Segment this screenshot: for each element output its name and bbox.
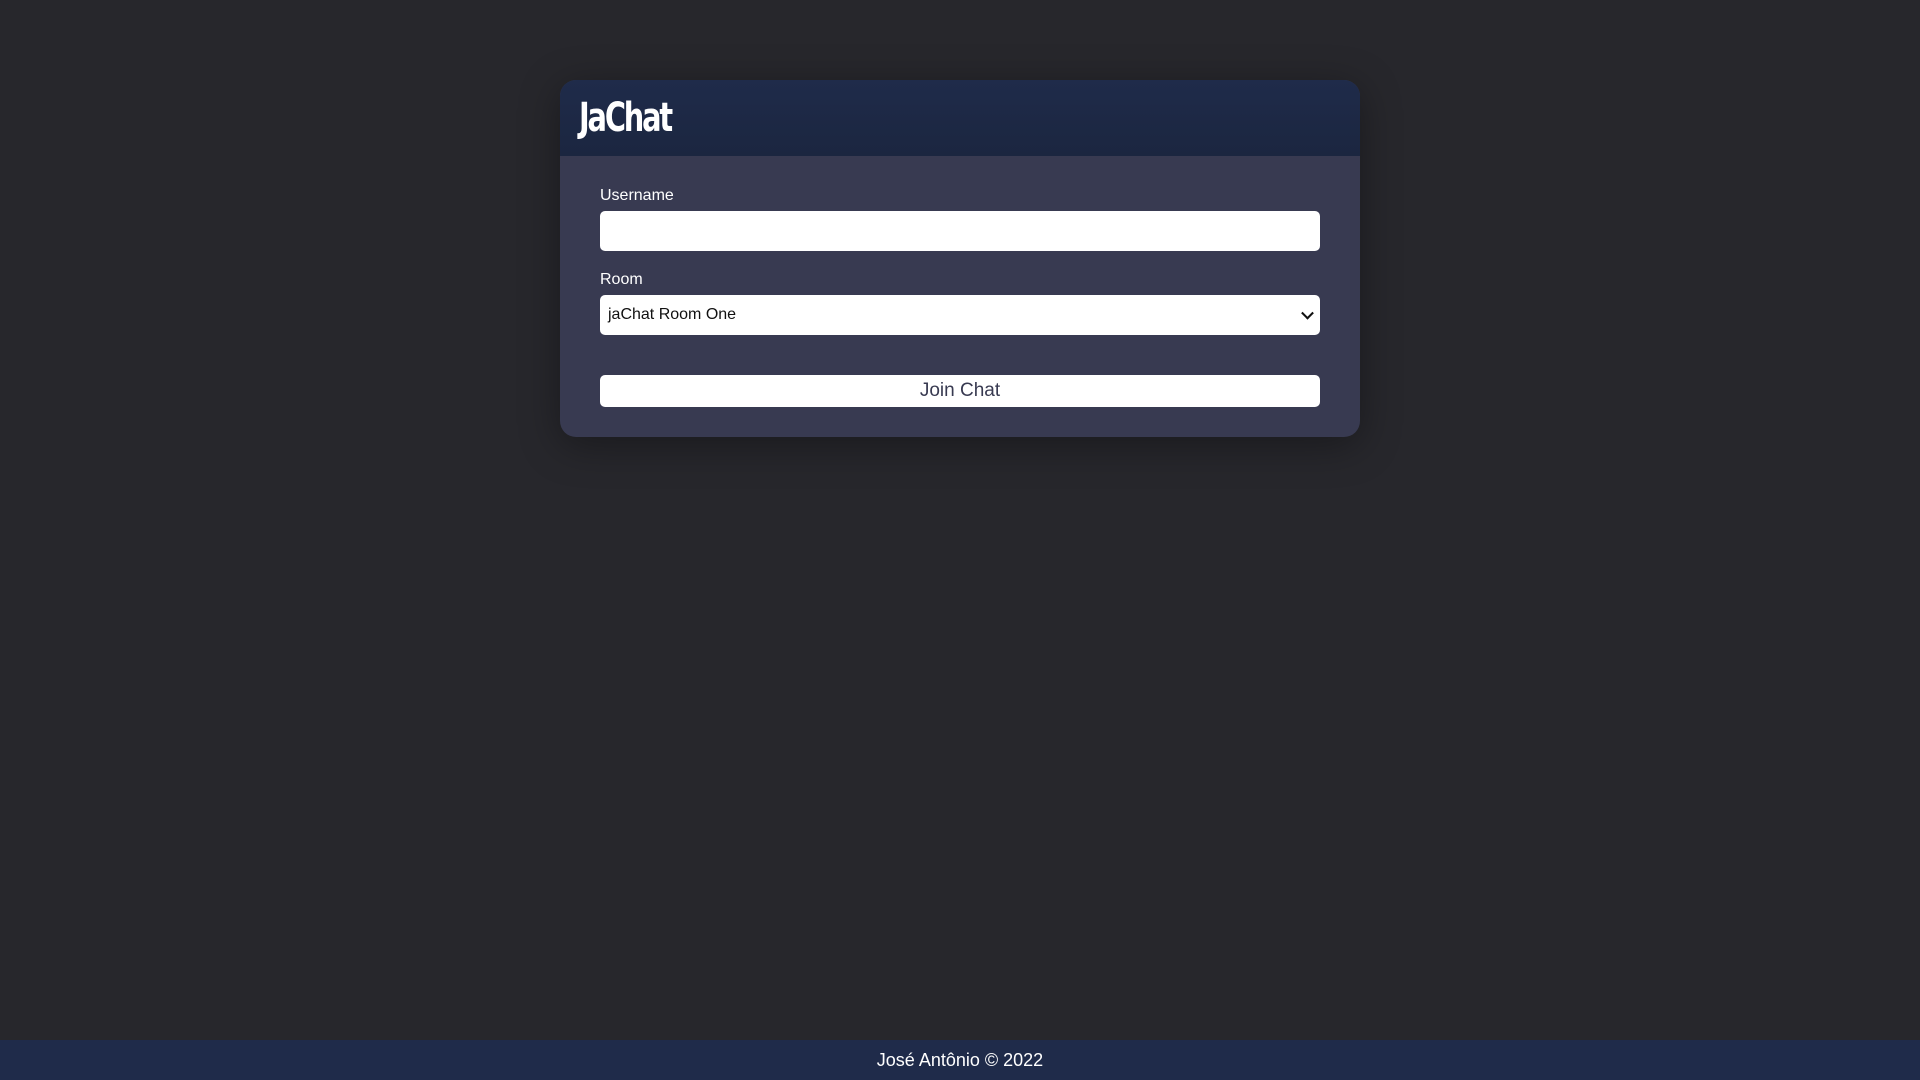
room-select-value: jaChat Room One [608, 306, 737, 323]
room-label: Room [600, 271, 643, 288]
join-chat-button[interactable]: Join Chat [600, 375, 1320, 407]
room-select[interactable]: jaChat Room One [600, 295, 1320, 335]
username-label: Username [600, 187, 674, 204]
footer-copyright: José Antônio © 2022 [876, 1049, 1044, 1070]
chevron-down-icon [1301, 306, 1314, 320]
footer: José Antônio © 2022 [0, 1040, 1920, 1080]
username-input[interactable] [600, 211, 1320, 251]
card-header: JaChat [560, 80, 1360, 156]
app-title: JaChat [579, 95, 673, 141]
join-card: JaChat Username Room jaChat Room One Joi… [560, 80, 1360, 437]
